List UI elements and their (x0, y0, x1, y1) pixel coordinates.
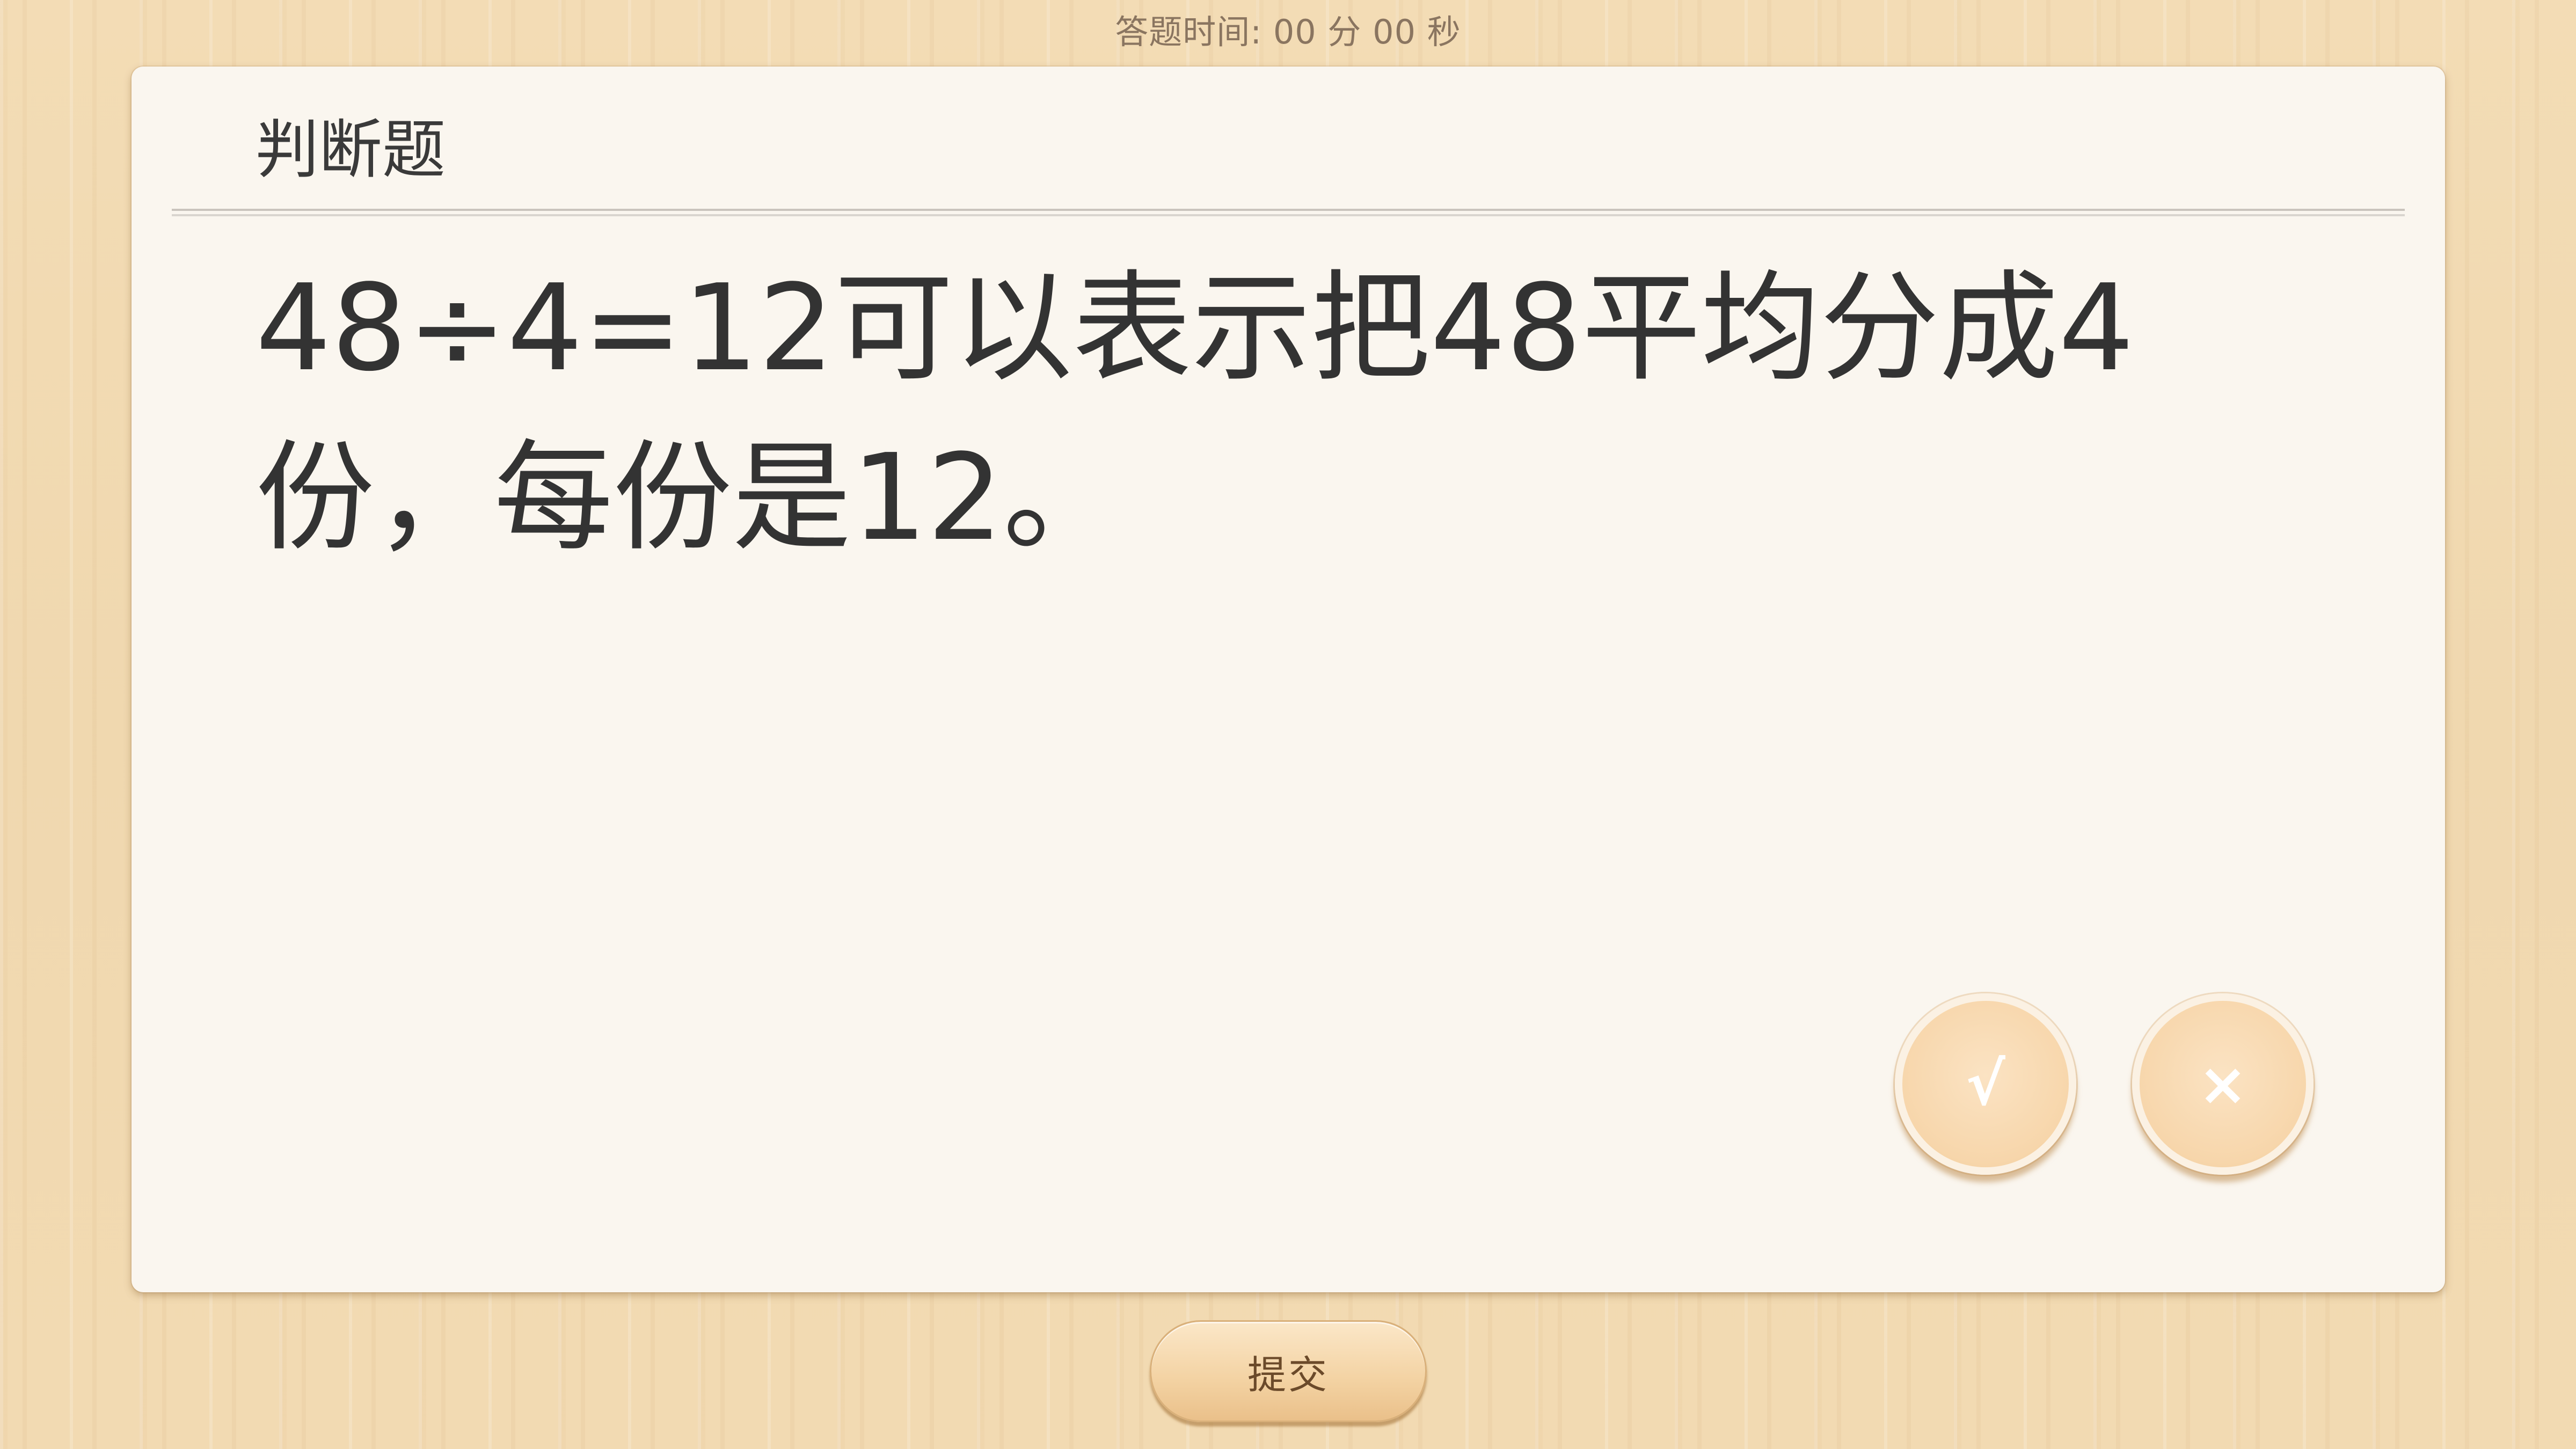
answer-timer: 答题时间: 00 分 00 秒 (1115, 12, 1461, 52)
cross-icon: × (2198, 1050, 2248, 1118)
check-icon: √ (1966, 1050, 2005, 1118)
question-card: 判断题 48÷4=12可以表示把48平均分成4份，每份是12。 √ × (132, 67, 2445, 1292)
false-answer-button[interactable]: × (2132, 993, 2314, 1175)
submit-label: 提交 (1247, 1352, 1329, 1397)
submit-button[interactable]: 提交 (1150, 1320, 1427, 1422)
question-text: 48÷4=12可以表示把48平均分成4份，每份是12。 (256, 259, 2134, 567)
true-answer-button[interactable]: √ (1895, 993, 2076, 1175)
title-divider (172, 209, 2405, 216)
question-type-title: 判断题 (256, 113, 446, 187)
